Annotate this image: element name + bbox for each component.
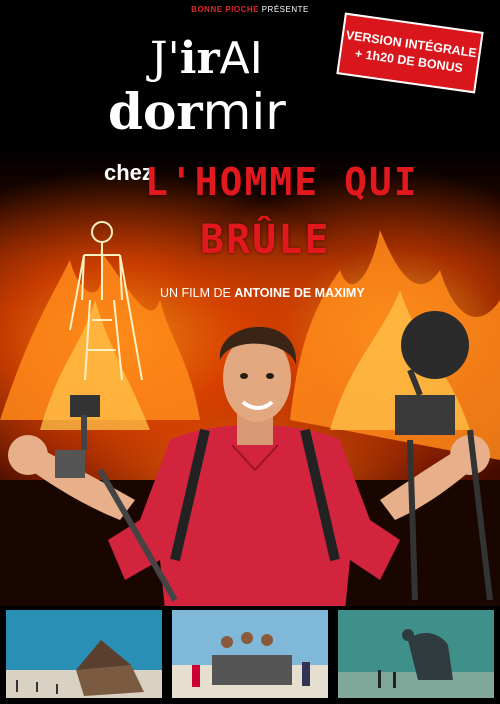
title-word-j: J' [150,33,180,84]
title-red-line-1: L'HOMME QUI [145,160,419,204]
producer-brand: BONNE PIOCHE [191,5,259,14]
director-credit: UN FILM DE ANTOINE DE MAXIMY [160,286,365,300]
title-word-ai: AI [219,33,263,84]
title-line-1: J'irAI [150,34,263,84]
title-red-line-2: BRÛLE [200,217,331,263]
title-line-2: dormir [108,82,286,142]
credit-prefix: UN FILM DE [160,286,231,300]
thumbnail-art-car [172,610,328,698]
presenter-line: BONNE PIOCHE PRÉSENTE [0,5,500,14]
credit-director: ANTOINE DE MAXIMY [234,286,365,300]
thumbnail-tilted-house [6,610,162,698]
thumbnail-sculpture [338,610,494,698]
dvd-cover: BONNE PIOCHE PRÉSENTE VERSION INTÉGRALE … [0,0,500,704]
title-word-mir: mir [202,83,286,141]
presenter-text: PRÉSENTE [261,5,309,14]
title-word-dor: dor [108,82,203,141]
title-word-ir: ir [179,33,220,84]
